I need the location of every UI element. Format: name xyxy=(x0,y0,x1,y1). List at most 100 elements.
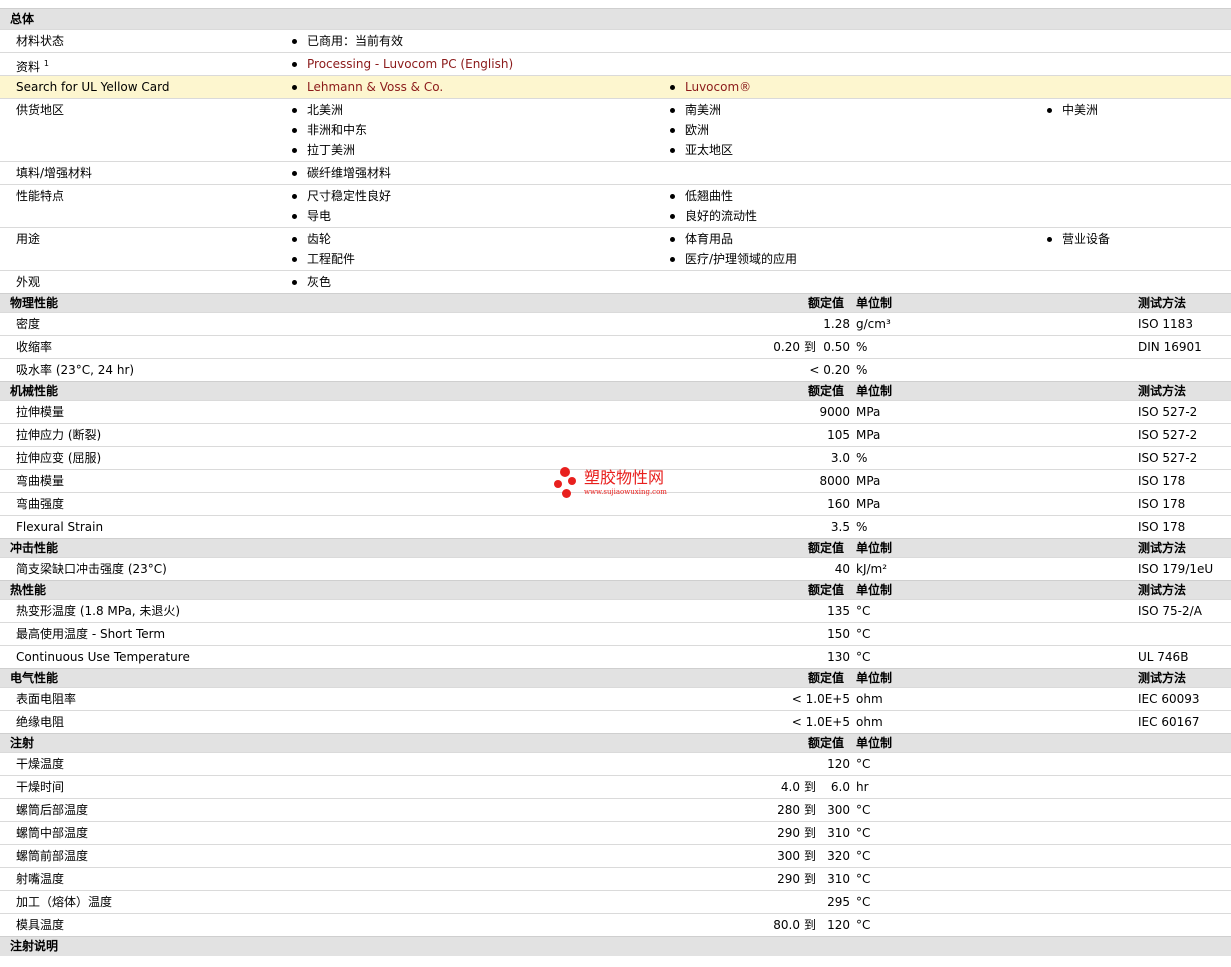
range-low-value: 290 xyxy=(777,826,800,840)
property-label: 材料状态 xyxy=(16,34,65,48)
property-label: 模具温度 xyxy=(16,918,65,932)
bullet-icon xyxy=(670,148,675,153)
nominal-value: 135 xyxy=(827,604,850,618)
bullet-icon xyxy=(670,85,675,90)
property-label: 拉伸应力 (断裂) xyxy=(16,428,102,442)
column-header-method: 测试方法 xyxy=(1138,384,1187,398)
section-header: 电气性能 额定值 单位制 测试方法 xyxy=(0,668,1231,688)
bullet-icon xyxy=(292,280,297,285)
nominal-value: 310 xyxy=(827,872,850,886)
nominal-value: < 0.20 xyxy=(809,363,850,377)
watermark-logo-dot xyxy=(568,477,576,485)
property-label: 拉伸应变 (屈服) xyxy=(16,451,102,465)
property-value: 亚太地区 xyxy=(685,143,734,157)
section-title: 电气性能 xyxy=(10,671,59,685)
range-separator: 到 xyxy=(804,780,817,794)
unit: MPa xyxy=(856,474,881,488)
nominal-value: 9000 xyxy=(819,405,850,419)
property-row: Continuous Use Temperature 130 °C UL 746B xyxy=(0,645,1231,669)
property-value: 营业设备 xyxy=(1062,232,1111,246)
test-method: ISO 1183 xyxy=(1138,317,1193,331)
section-header-general: 总体 xyxy=(0,8,1231,29)
nominal-value: 0.50 xyxy=(823,340,850,354)
general-row: 供货地区 北美洲 南美洲 中美洲 非洲和中东 欧洲 拉丁美洲 亚太地区 xyxy=(0,98,1231,162)
unit: °C xyxy=(856,826,871,840)
general-row: 材料状态 已商用：当前有效 xyxy=(0,29,1231,53)
bullet-icon xyxy=(670,237,675,242)
property-label: 收缩率 xyxy=(16,340,53,354)
column-header-nominal: 额定值 xyxy=(808,583,845,597)
unit: °C xyxy=(856,650,871,664)
general-row: 填料/增强材料 碳纤维增强材料 xyxy=(0,161,1231,185)
property-link[interactable]: Processing - Luvocom PC (English) xyxy=(307,57,513,71)
nominal-value: 150 xyxy=(827,627,850,641)
nominal-value: 160 xyxy=(827,497,850,511)
bullet-icon xyxy=(1047,108,1052,113)
nominal-value: 3.5 xyxy=(830,520,850,534)
section-header: 机械性能 额定值 单位制 测试方法 xyxy=(0,381,1231,401)
nominal-value: 300 xyxy=(827,803,850,817)
property-value: 非洲和中东 xyxy=(307,123,368,137)
watermark-logo-dot xyxy=(554,480,562,488)
test-method: IEC 60167 xyxy=(1138,715,1200,729)
range-low-value: 4.0 xyxy=(780,780,800,794)
range-low-value: 290 xyxy=(777,872,800,886)
bullet-icon xyxy=(292,128,297,133)
column-header-unit: 单位制 xyxy=(856,671,893,685)
property-label: 拉伸模量 xyxy=(16,405,65,419)
unit: °C xyxy=(856,803,871,817)
section-title: 注射说明 xyxy=(10,939,59,953)
range-separator: 到 xyxy=(804,803,817,817)
property-label: 外观 xyxy=(16,275,41,289)
column-header-method: 测试方法 xyxy=(1138,541,1187,555)
column-header-unit: 单位制 xyxy=(856,736,893,750)
column-header-nominal: 额定值 xyxy=(808,671,845,685)
property-label: 资料 1 xyxy=(16,59,49,74)
bullet-icon xyxy=(670,128,675,133)
section-title: 热性能 xyxy=(10,583,47,597)
property-row: 表面电阻率 < 1.0E+5 ohm IEC 60093 xyxy=(0,687,1231,711)
bullet-icon xyxy=(292,85,297,90)
test-method: ISO 178 xyxy=(1138,474,1186,488)
property-row: 模具温度 80.0 到 120 °C xyxy=(0,913,1231,937)
watermark: 塑胶物性网 www.sujiaowuxing.com xyxy=(552,465,692,501)
property-label: 供货地区 xyxy=(16,103,65,117)
property-value: 齿轮 xyxy=(307,232,332,246)
bullet-icon xyxy=(292,148,297,153)
range-low-value: 280 xyxy=(777,803,800,817)
property-row: 简支梁缺口冲击强度 (23°C) 40 kJ/m² ISO 179/1eU xyxy=(0,557,1231,581)
section-title: 注射 xyxy=(10,736,35,750)
test-method: DIN 16901 xyxy=(1138,340,1202,354)
property-label: Search for UL Yellow Card xyxy=(16,80,170,94)
property-label: 干燥温度 xyxy=(16,757,65,771)
test-method: ISO 178 xyxy=(1138,497,1186,511)
nominal-value: 3.0 xyxy=(830,451,850,465)
property-link[interactable]: Lehmann & Voss & Co. xyxy=(307,80,443,94)
property-label: 弯曲强度 xyxy=(16,497,65,511)
section-header: 注射 额定值 单位制 xyxy=(0,733,1231,753)
unit: ohm xyxy=(856,692,883,706)
property-value: 中美洲 xyxy=(1062,103,1099,117)
property-row: 收缩率 0.20 到 0.50% DIN 16901 xyxy=(0,335,1231,359)
unit: °C xyxy=(856,895,871,909)
property-row: 螺筒后部温度 280 到 300 °C xyxy=(0,798,1231,822)
nominal-value: 120 xyxy=(827,918,850,932)
nominal-value: 295 xyxy=(827,895,850,909)
column-header-nominal: 额定值 xyxy=(808,736,845,750)
general-row: 资料 1 Processing - Luvocom PC (English) xyxy=(0,52,1231,76)
property-row: 拉伸应力 (断裂) 105 MPa ISO 527-2 xyxy=(0,423,1231,447)
nominal-value: 40 xyxy=(834,562,850,576)
property-value: 低翘曲性 xyxy=(685,189,734,203)
property-label: 射嘴温度 xyxy=(16,872,65,886)
property-row: 热变形温度 (1.8 MPa, 未退火) 135 °C ISO 75-2/A xyxy=(0,599,1231,623)
property-value: 欧洲 xyxy=(685,123,710,137)
property-row: 加工（熔体）温度 295 °C xyxy=(0,890,1231,914)
column-header-method: 测试方法 xyxy=(1138,671,1187,685)
test-method: IEC 60093 xyxy=(1138,692,1200,706)
property-row: Flexural Strain 3.5% ISO 178 xyxy=(0,515,1231,539)
property-row: 射嘴温度 290 到 310 °C xyxy=(0,867,1231,891)
test-method: ISO 527-2 xyxy=(1138,451,1198,465)
property-value: 医疗/护理领域的应用 xyxy=(685,252,798,266)
nominal-value: 6.0 xyxy=(830,780,850,794)
property-link[interactable]: Luvocom® xyxy=(685,80,751,94)
